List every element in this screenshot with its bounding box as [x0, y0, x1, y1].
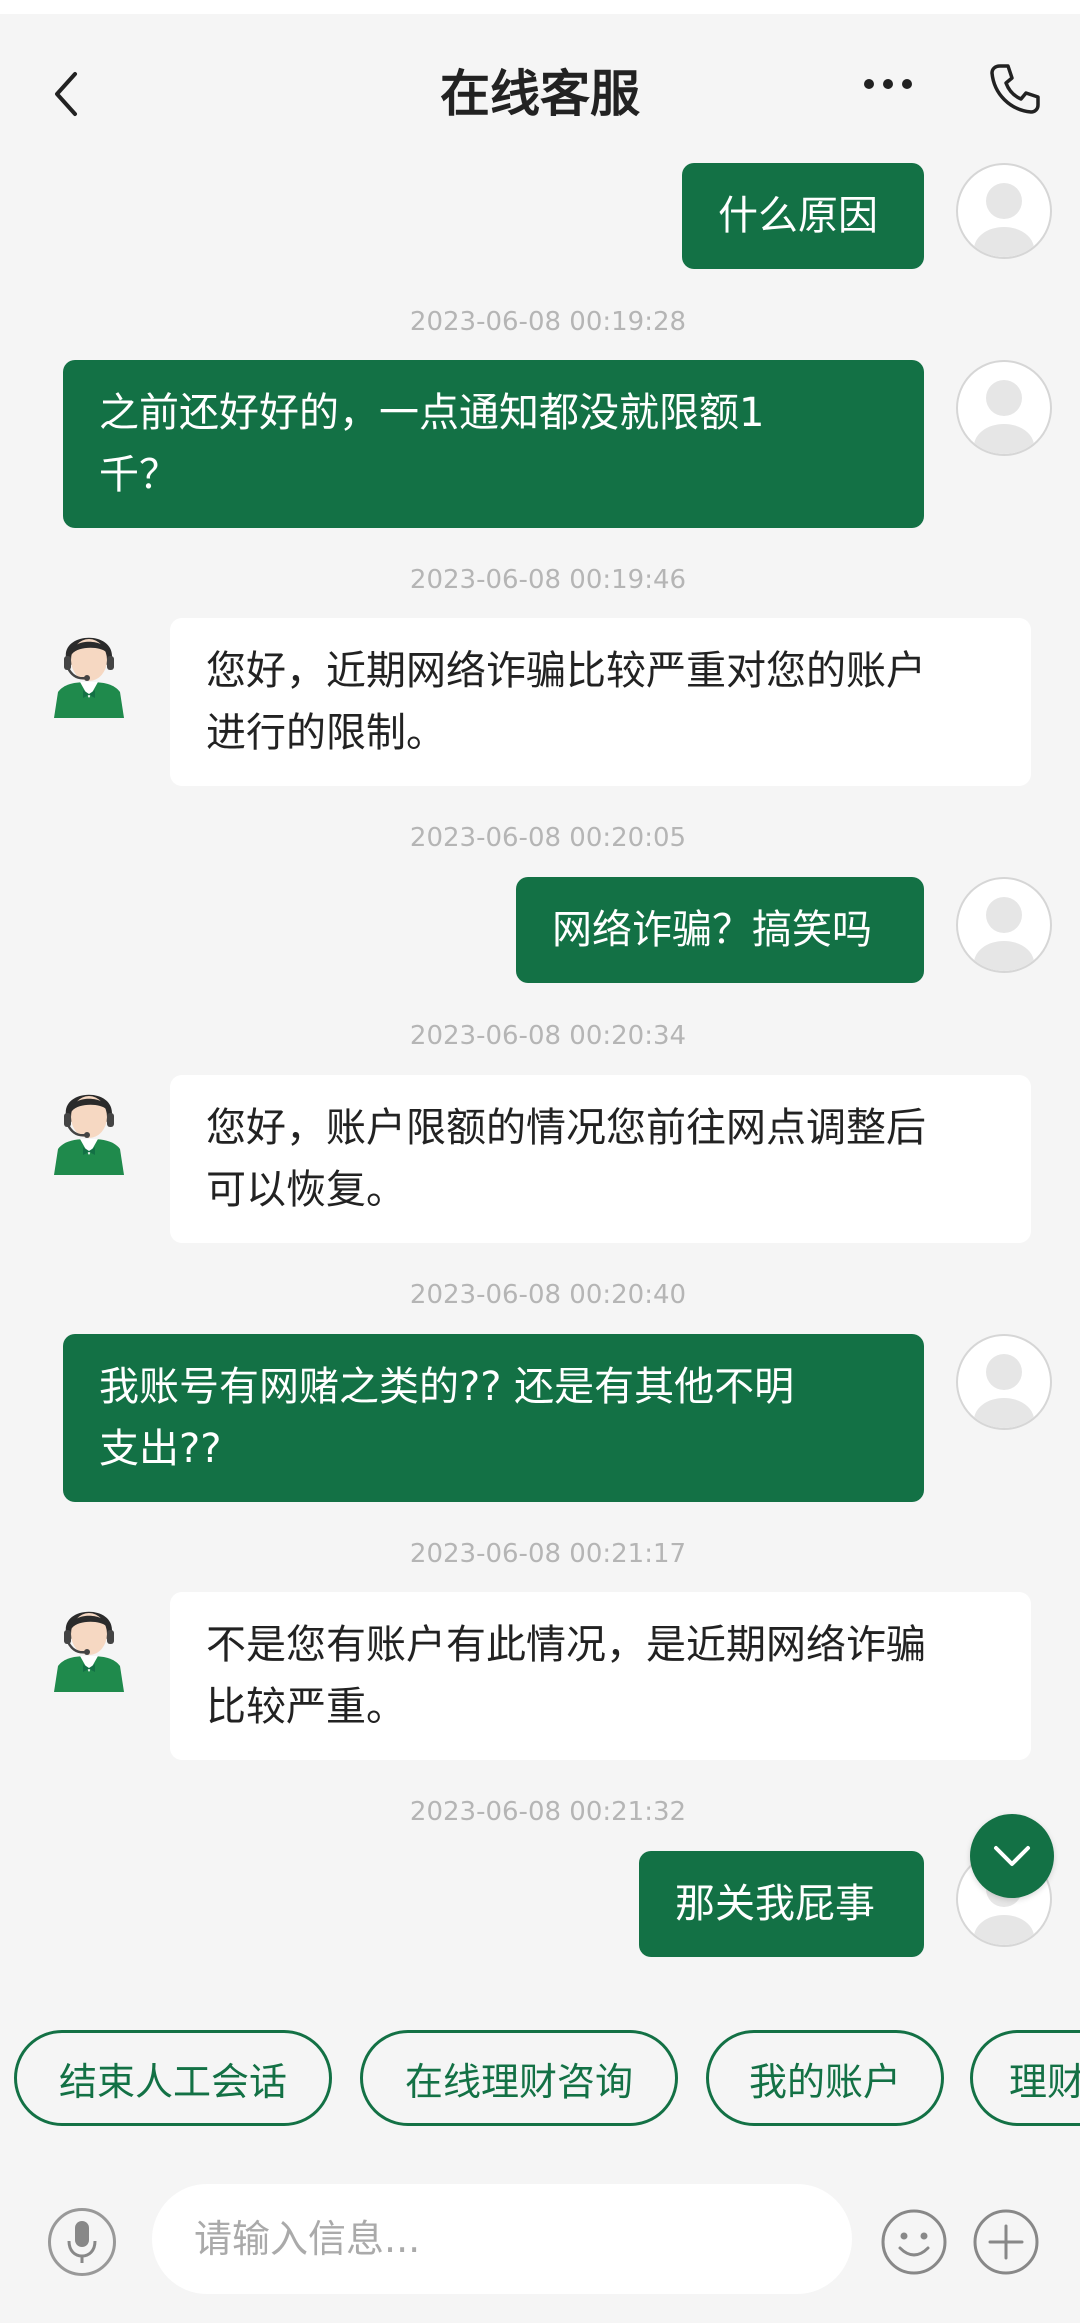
plus-icon [973, 2209, 1039, 2275]
user-message-bubble: 之前还好好的，一点通知都没就限额1 千？ [63, 360, 924, 528]
microphone-icon [67, 2221, 97, 2263]
message-text: 千？ [99, 452, 179, 498]
quick-reply-bar[interactable]: 结束人工会话 在线理财咨询 我的账户 理财 [0, 2030, 1080, 2130]
message-timestamp: 2023-06-08 00:20:40 [409, 1280, 687, 1310]
quick-reply-end-session[interactable]: 结束人工会话 [14, 2030, 332, 2126]
emoji-button[interactable] [880, 2208, 948, 2276]
agent-avatar[interactable] [44, 1592, 134, 1692]
message-text: 您好，近期网络诈骗比较严重对您的账户 [206, 648, 926, 694]
message-text: 我账号有网赌之类的?? 还是有其他不明 [99, 1364, 795, 1410]
message-timestamp: 2023-06-08 00:20:05 [409, 823, 687, 853]
smiley-icon [881, 2209, 947, 2275]
user-message-bubble: 我账号有网赌之类的?? 还是有其他不明 支出?? [63, 1334, 924, 1502]
message-timestamp: 2023-06-08 00:21:17 [409, 1539, 687, 1569]
user-message-bubble: 那关我屁事 [639, 1851, 924, 1957]
message-timestamp: 2023-06-08 00:19:46 [409, 565, 687, 595]
message-input[interactable] [152, 2184, 852, 2294]
message-timestamp: 2023-06-08 00:21:32 [409, 1797, 687, 1827]
phone-icon [990, 64, 1040, 114]
voice-input-button[interactable] [48, 2208, 116, 2276]
more-dots-icon [864, 79, 912, 89]
agent-message-bubble: 您好，近期网络诈骗比较严重对您的账户 进行的限制。 [170, 618, 1031, 786]
status-bar [0, 0, 1080, 14]
message-timestamp: 2023-06-08 00:20:34 [409, 1021, 687, 1051]
customer-service-agent-icon [54, 637, 124, 718]
header: 在线客服 [0, 14, 1080, 164]
input-bar [0, 2180, 1080, 2323]
message-text: 网络诈骗？搞笑吗 [552, 907, 872, 953]
message-text: 不是您有账户有此情况，是近期网络诈骗 [206, 1622, 926, 1668]
message-text: 之前还好好的，一点通知都没就限额1 [99, 390, 765, 436]
agent-message-bubble: 您好，账户限额的情况您前往网点调整后 可以恢复。 [170, 1075, 1031, 1243]
message-timestamp: 2023-06-08 00:19:28 [409, 307, 687, 337]
agent-message-bubble: 不是您有账户有此情况，是近期网络诈骗 比较严重。 [170, 1592, 1031, 1760]
more-actions-button[interactable] [972, 2208, 1040, 2276]
quick-reply-my-account[interactable]: 我的账户 [706, 2030, 944, 2126]
customer-service-agent-icon [54, 1094, 124, 1175]
quick-reply-wealth[interactable]: 理财 [970, 2030, 1080, 2126]
user-silhouette-icon [974, 1354, 1034, 1428]
user-silhouette-icon [974, 897, 1034, 971]
quick-reply-wealth-consult[interactable]: 在线理财咨询 [360, 2030, 678, 2126]
chevron-down-icon [994, 1846, 1030, 1866]
more-button[interactable] [858, 54, 918, 114]
customer-service-agent-icon [54, 1611, 124, 1692]
user-avatar[interactable] [956, 1334, 1052, 1430]
user-message-bubble: 网络诈骗？搞笑吗 [516, 877, 924, 983]
message-text: 进行的限制。 [206, 710, 446, 756]
call-button[interactable] [980, 54, 1050, 124]
page-title: 在线客服 [440, 65, 640, 123]
message-text: 什么原因 [718, 193, 878, 239]
scroll-to-bottom-button[interactable] [970, 1814, 1054, 1898]
agent-avatar[interactable] [44, 1075, 134, 1175]
chat-area[interactable]: 什么原因 2023-06-08 00:19:28 之前还好好的，一点通知都没就限… [0, 150, 1080, 2005]
user-silhouette-icon [974, 380, 1034, 454]
agent-avatar[interactable] [44, 618, 134, 718]
user-avatar[interactable] [956, 877, 1052, 973]
user-silhouette-icon [974, 183, 1034, 257]
user-message-bubble: 什么原因 [682, 163, 924, 269]
user-avatar[interactable] [956, 163, 1052, 259]
user-avatar[interactable] [956, 360, 1052, 456]
message-text: 那关我屁事 [675, 1881, 875, 1927]
message-text: 您好，账户限额的情况您前往网点调整后 [206, 1105, 926, 1151]
message-text: 比较严重。 [206, 1684, 406, 1730]
message-text: 可以恢复。 [206, 1167, 406, 1213]
message-text: 支出?? [99, 1426, 222, 1472]
